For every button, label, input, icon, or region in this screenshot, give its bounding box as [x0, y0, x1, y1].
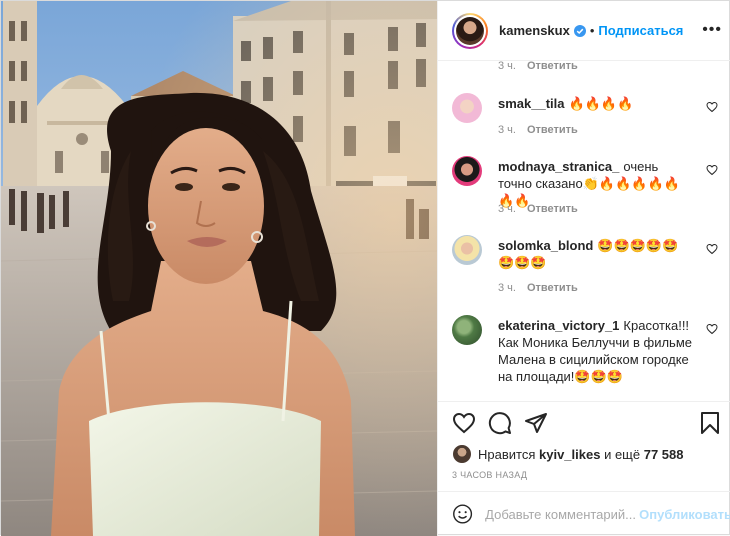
- reply-button[interactable]: Ответить: [527, 124, 578, 136]
- comments-list[interactable]: 3 ч. Ответить smak__tila 🔥🔥🔥🔥 3 ч. Ответить: [438, 61, 730, 401]
- post-actions: Нравится kyiv_likes и ещё 77 588 3 ЧАСОВ…: [438, 401, 730, 491]
- comment-item: modnaya_stranica_ очень точно сказано👏🔥🔥🔥…: [452, 156, 722, 221]
- likes-summary[interactable]: Нравится kyiv_likes и ещё 77 588: [452, 444, 684, 464]
- more-options-icon[interactable]: •••: [702, 21, 722, 39]
- heart-icon[interactable]: [452, 411, 476, 435]
- reply-button[interactable]: Ответить: [527, 61, 578, 72]
- commenter-username[interactable]: modnaya_stranica_: [498, 159, 619, 174]
- reply-button[interactable]: Ответить: [527, 203, 578, 215]
- paper-plane-icon[interactable]: [524, 411, 548, 435]
- comment-body: modnaya_stranica_ очень точно сказано👏🔥🔥🔥…: [498, 158, 694, 209]
- commenter-username[interactable]: solomka_blond: [498, 238, 593, 253]
- commenter-avatar[interactable]: [452, 315, 482, 345]
- comment-text: 🔥🔥🔥🔥: [568, 96, 634, 111]
- comment-item: solomka_blond 🤩🤩🤩🤩🤩🤩🤩🤩 3 ч. Ответить: [452, 235, 722, 300]
- bookmark-icon[interactable]: [698, 411, 722, 435]
- commenter-username[interactable]: ekaterina_victory_1: [498, 318, 619, 333]
- comment-meta: 3 ч. Ответить: [498, 61, 578, 72]
- reply-button[interactable]: Ответить: [527, 282, 578, 294]
- comment-time: 3 ч.: [498, 203, 516, 215]
- commenter-avatar[interactable]: [452, 235, 482, 265]
- comment-like-heart-icon[interactable]: [706, 243, 718, 255]
- post-side-panel: kamenskux • Подписаться ••• 3 ч. Ответить…: [437, 1, 730, 536]
- commenter-avatar[interactable]: [452, 156, 482, 186]
- comment-body: smak__tila 🔥🔥🔥🔥: [498, 95, 694, 112]
- comment-meta: 3 ч. Ответить: [498, 203, 578, 215]
- likes-prefix: Нравится: [478, 446, 536, 462]
- comment-meta: 3 ч. Ответить: [498, 124, 578, 136]
- comment-time: 3 ч.: [498, 61, 516, 72]
- header-separator: •: [589, 23, 595, 38]
- post-photo[interactable]: [1, 1, 437, 536]
- likes-middle: и ещё: [604, 446, 641, 462]
- comment-body: solomka_blond 🤩🤩🤩🤩🤩🤩🤩🤩: [498, 237, 694, 271]
- comment-meta: 3 ч. Ответить: [498, 282, 578, 294]
- comment-body: ekaterina_victory_1 Красотка!!! Как Моник…: [498, 317, 694, 385]
- comment-like-heart-icon[interactable]: [706, 323, 718, 335]
- instagram-post: kamenskux • Подписаться ••• 3 ч. Ответить…: [0, 0, 730, 536]
- commenter-username[interactable]: smak__tila: [498, 96, 565, 111]
- author-avatar-image: [456, 16, 484, 45]
- smiley-icon[interactable]: [452, 502, 473, 526]
- post-timestamp[interactable]: 3 ЧАСОВ НАЗАД: [452, 470, 527, 480]
- comment-like-heart-icon[interactable]: [706, 164, 718, 176]
- follow-button[interactable]: Подписаться: [598, 23, 683, 38]
- comment-time: 3 ч.: [498, 282, 516, 294]
- likes-count[interactable]: 77 588: [644, 447, 684, 462]
- comment-icon[interactable]: [488, 411, 512, 435]
- comment-time: 3 ч.: [498, 124, 516, 136]
- post-photo-illustration: [1, 1, 437, 536]
- author-username[interactable]: kamenskux: [499, 23, 570, 38]
- comment-item: smak__tila 🔥🔥🔥🔥 3 ч. Ответить: [452, 93, 722, 143]
- comment-input[interactable]: [485, 506, 636, 522]
- add-comment-bar: Опубликовать: [438, 491, 730, 536]
- author-avatar[interactable]: [452, 12, 488, 49]
- commenter-avatar[interactable]: [452, 93, 482, 123]
- publish-button[interactable]: Опубликовать: [639, 507, 730, 522]
- liker-avatar: [452, 444, 472, 464]
- verified-badge-icon: [573, 24, 586, 37]
- comment-item: ekaterina_victory_1 Красотка!!! Как Моник…: [452, 315, 722, 401]
- post-header: kamenskux • Подписаться •••: [438, 1, 730, 61]
- liker-username[interactable]: kyiv_likes: [539, 447, 600, 462]
- comment-like-heart-icon[interactable]: [706, 101, 718, 113]
